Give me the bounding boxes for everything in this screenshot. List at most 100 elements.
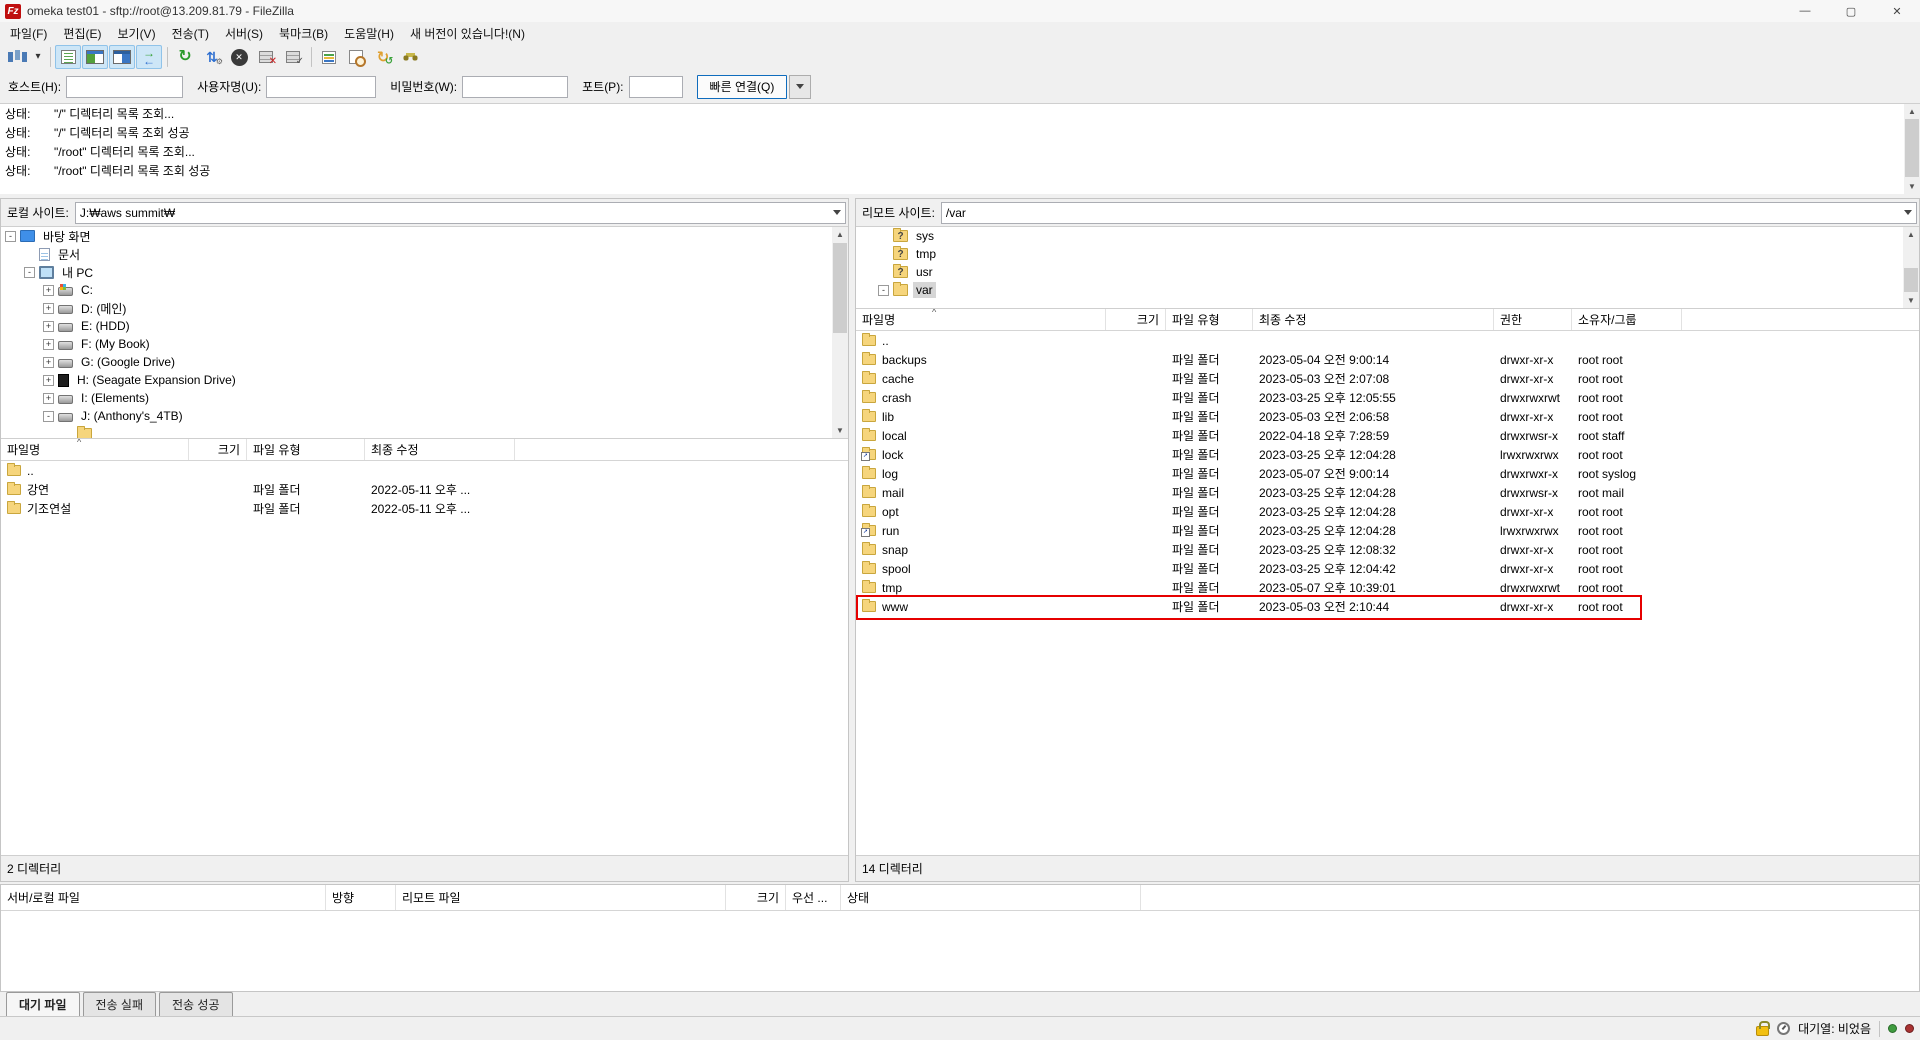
local-tree-scrollbar[interactable]: ▲ ▼ bbox=[832, 227, 848, 438]
toolbar-separator[interactable] bbox=[167, 47, 168, 67]
menu-item[interactable]: 새 버전이 있습니다!(N) bbox=[402, 22, 533, 45]
close-button[interactable]: ✕ bbox=[1874, 0, 1920, 22]
file-row[interactable]: backups 파일 폴더 2023-05-04 오전 9:00:14 drwx… bbox=[856, 350, 1919, 369]
queue-tab[interactable]: 대기 파일 bbox=[6, 992, 80, 1018]
tree-item[interactable]: - 내 PC bbox=[1, 263, 848, 281]
file-row[interactable]: opt 파일 폴더 2023-03-25 오후 12:04:28 drwxr-x… bbox=[856, 502, 1919, 521]
tree-item[interactable]: - var bbox=[856, 281, 1919, 299]
scroll-down-icon[interactable]: ▼ bbox=[832, 423, 848, 438]
scroll-thumb[interactable] bbox=[833, 243, 847, 333]
file-row[interactable]: cache 파일 폴더 2023-05-03 오전 2:07:08 drwxr-… bbox=[856, 369, 1919, 388]
file-row[interactable]: run 파일 폴더 2023-03-25 오후 12:04:28 lrwxrwx… bbox=[856, 521, 1919, 540]
tree-item[interactable]: 문서 bbox=[1, 245, 848, 263]
column-header-size[interactable]: 크기 bbox=[1106, 309, 1166, 330]
file-row[interactable]: log 파일 폴더 2023-05-07 오전 9:00:14 drwxrwxr… bbox=[856, 464, 1919, 483]
tree-item[interactable]: usr bbox=[856, 263, 1919, 281]
log-scrollbar[interactable]: ▲ ▼ bbox=[1904, 104, 1920, 194]
column-header-type[interactable]: 파일 유형 bbox=[247, 439, 365, 460]
chevron-down-icon[interactable] bbox=[1900, 210, 1916, 215]
menu-item[interactable]: 보기(V) bbox=[109, 22, 163, 45]
filter-button[interactable] bbox=[316, 45, 342, 69]
password-input[interactable] bbox=[462, 75, 569, 98]
queue-column-direction[interactable]: 방향 bbox=[326, 885, 396, 910]
expander-icon[interactable] bbox=[878, 267, 889, 278]
file-row[interactable]: lib 파일 폴더 2023-05-03 오전 2:06:58 drwxr-xr… bbox=[856, 407, 1919, 426]
expander-icon[interactable]: + bbox=[43, 302, 54, 314]
queue-tab[interactable]: 전송 실패 bbox=[82, 992, 156, 1018]
queue-tab[interactable]: 전송 성공 bbox=[159, 992, 233, 1018]
file-row[interactable]: www 파일 폴더 2023-05-03 오전 2:10:44 drwxr-xr… bbox=[856, 595, 1919, 620]
menu-item[interactable]: 도움말(H) bbox=[336, 22, 402, 45]
toggle-transfer-queue-button[interactable] bbox=[136, 45, 162, 69]
tree-item[interactable]: sys bbox=[856, 227, 1919, 245]
file-row[interactable]: lock 파일 폴더 2023-03-25 오후 12:04:28 lrwxrw… bbox=[856, 445, 1919, 464]
menu-item[interactable]: 파일(F) bbox=[2, 22, 55, 45]
sync-browsing-button[interactable]: ↻ bbox=[370, 45, 396, 69]
column-header-size[interactable]: 크기 bbox=[189, 439, 247, 460]
file-row[interactable]: mail 파일 폴더 2023-03-25 오후 12:04:28 drwxrw… bbox=[856, 483, 1919, 502]
port-input[interactable] bbox=[628, 75, 683, 98]
file-row[interactable]: 강연 파일 폴더 2022-05-11 오후 ... bbox=[1, 480, 848, 499]
expander-icon[interactable]: + bbox=[43, 356, 54, 368]
toggle-remote-tree-button[interactable] bbox=[109, 45, 135, 69]
menu-item[interactable]: 서버(S) bbox=[217, 22, 271, 45]
scroll-up-icon[interactable]: ▲ bbox=[832, 227, 848, 242]
tree-item[interactable] bbox=[1, 425, 848, 438]
column-header-owner[interactable]: 소유자/그룹 bbox=[1572, 309, 1682, 330]
quickconnect-dropdown[interactable] bbox=[789, 74, 812, 99]
column-header-filename[interactable]: 파일명 ^ bbox=[856, 309, 1106, 330]
disconnect-button[interactable] bbox=[253, 45, 279, 69]
remote-path-input[interactable] bbox=[941, 205, 1900, 220]
cancel-operation-button[interactable]: ✕ bbox=[226, 45, 252, 69]
file-row[interactable]: 기조연설 파일 폴더 2022-05-11 오후 ... bbox=[1, 499, 848, 518]
queue-column-status[interactable]: 상태 bbox=[841, 885, 1141, 910]
scroll-down-icon[interactable]: ▼ bbox=[1903, 293, 1919, 308]
expander-icon[interactable]: + bbox=[43, 320, 54, 332]
site-manager-button[interactable] bbox=[4, 45, 30, 69]
queue-column-remote-file[interactable]: 리모트 파일 bbox=[396, 885, 726, 910]
tree-item[interactable]: + G: (Google Drive) bbox=[1, 353, 848, 371]
tree-item[interactable]: + F: (My Book) bbox=[1, 335, 848, 353]
local-path-input[interactable] bbox=[75, 205, 829, 220]
tree-item[interactable]: - J: (Anthony's_4TB) bbox=[1, 407, 848, 425]
file-row[interactable]: .. bbox=[1, 461, 848, 480]
expander-icon[interactable]: - bbox=[24, 266, 35, 278]
scroll-up-icon[interactable]: ▲ bbox=[1903, 227, 1919, 242]
file-row[interactable]: local 파일 폴더 2022-04-18 오후 7:28:59 drwxrw… bbox=[856, 426, 1919, 445]
tree-item[interactable]: + H: (Seagate Expansion Drive) bbox=[1, 371, 848, 389]
quickconnect-button[interactable]: 빠른 연결(Q) bbox=[696, 74, 788, 99]
column-header-filename[interactable]: 파일명 ^ bbox=[1, 439, 189, 460]
minimize-button[interactable]: — bbox=[1782, 0, 1828, 22]
toolbar-separator[interactable] bbox=[50, 47, 51, 67]
reconnect-button[interactable] bbox=[280, 45, 306, 69]
queue-column-local-file[interactable]: 서버/로컬 파일 bbox=[1, 885, 326, 910]
column-header-modified[interactable]: 최종 수정 bbox=[365, 439, 515, 460]
tree-item[interactable]: + C: bbox=[1, 281, 848, 299]
tree-item[interactable]: tmp bbox=[856, 245, 1919, 263]
expander-icon[interactable]: - bbox=[5, 230, 16, 242]
menu-item[interactable]: 북마크(B) bbox=[271, 22, 336, 45]
expander-icon[interactable]: + bbox=[43, 284, 54, 296]
scroll-thumb[interactable] bbox=[1904, 268, 1918, 292]
expander-icon[interactable] bbox=[878, 231, 889, 242]
refresh-button[interactable]: ↻ bbox=[172, 45, 198, 69]
host-input[interactable] bbox=[66, 75, 184, 98]
scroll-thumb[interactable] bbox=[1905, 119, 1919, 177]
tree-item[interactable]: + D: (메인) bbox=[1, 299, 848, 317]
site-manager-dropdown[interactable]: ▾ bbox=[31, 45, 45, 69]
expander-icon[interactable] bbox=[24, 249, 35, 260]
scroll-up-icon[interactable]: ▲ bbox=[1904, 104, 1920, 119]
column-header-permissions[interactable]: 권한 bbox=[1494, 309, 1572, 330]
file-row[interactable]: .. bbox=[856, 331, 1919, 350]
file-row[interactable]: tmp 파일 폴더 2023-05-07 오후 10:39:01 drwxrwx… bbox=[856, 578, 1919, 597]
process-queue-button[interactable]: ⇅ bbox=[199, 45, 225, 69]
toggle-message-log-button[interactable] bbox=[55, 45, 81, 69]
scroll-down-icon[interactable]: ▼ bbox=[1904, 179, 1920, 194]
speed-limit-icon[interactable] bbox=[1777, 1022, 1791, 1035]
username-input[interactable] bbox=[266, 75, 377, 98]
file-row[interactable]: snap 파일 폴더 2023-03-25 오후 12:08:32 drwxr-… bbox=[856, 540, 1919, 559]
expander-icon[interactable]: - bbox=[878, 284, 889, 296]
menu-item[interactable]: 전송(T) bbox=[164, 22, 217, 45]
remote-tree-scrollbar[interactable]: ▲ ▼ bbox=[1903, 227, 1919, 308]
queue-column-priority[interactable]: 우선 ... bbox=[786, 885, 841, 910]
